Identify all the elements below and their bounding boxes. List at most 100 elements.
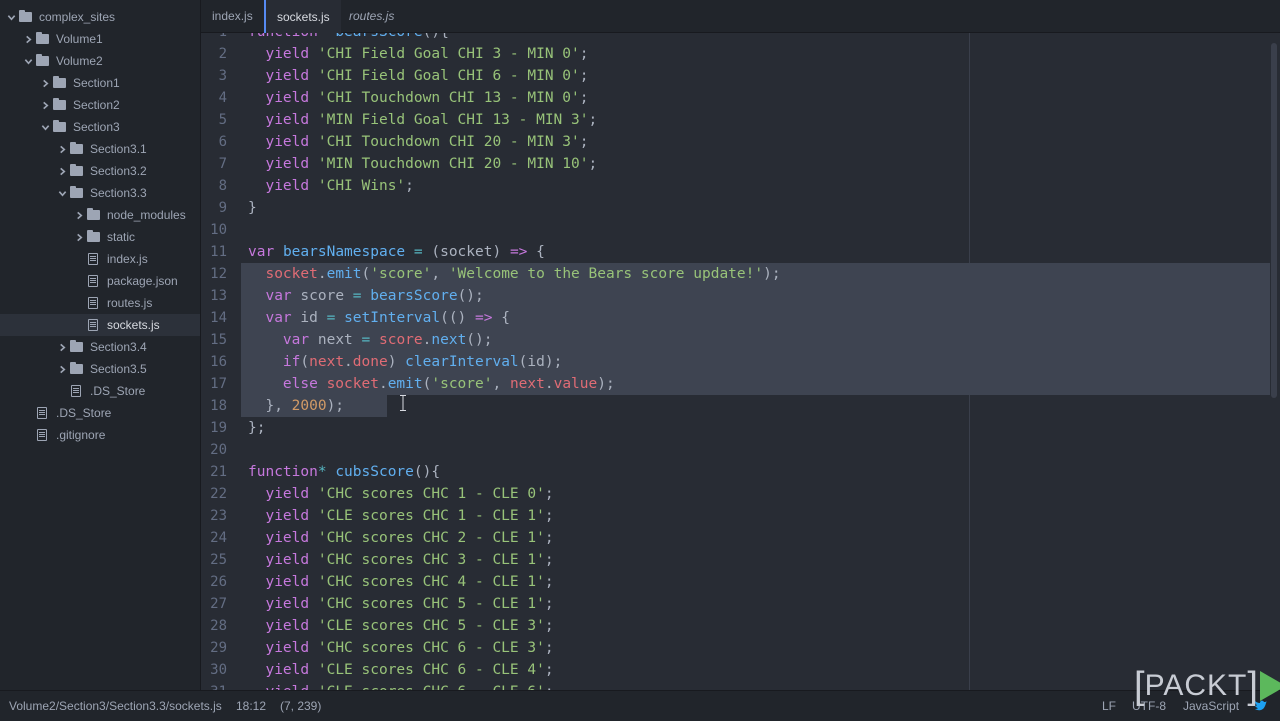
- code-token: score: [378, 332, 423, 348]
- code-token: ;: [544, 486, 554, 502]
- code-token: bearsScore: [370, 288, 458, 304]
- code-line[interactable]: else socket.emit('score', next.value);: [241, 373, 1270, 395]
- code-token: (id);: [518, 354, 563, 370]
- tab-index-js[interactable]: index.js: [201, 0, 264, 32]
- tree-item-section3-2[interactable]: Section3.2: [0, 160, 200, 182]
- tab-routes-js[interactable]: routes.js: [338, 0, 405, 32]
- code-line[interactable]: yield 'CLE scores CHC 6 - CLE 6';: [241, 681, 1270, 690]
- line-number: 5: [218, 112, 227, 128]
- code-line[interactable]: };: [241, 417, 1270, 439]
- tree-item-node-modules[interactable]: node_modules: [0, 204, 200, 226]
- tree-item-label: Section2: [73, 98, 120, 112]
- chevron-right-icon: [38, 101, 52, 110]
- code-line[interactable]: yield 'MIN Field Goal CHI 13 - MIN 3';: [241, 109, 1270, 131]
- folder-icon: [52, 120, 66, 133]
- line-number: 1: [201, 33, 227, 43]
- code-token: bearsNamespace: [282, 244, 406, 260]
- selection-count[interactable]: (7, 239): [280, 691, 321, 721]
- tree-item-routes-js[interactable]: routes.js: [0, 292, 200, 314]
- file-icon: [86, 275, 100, 287]
- code-line[interactable]: var score = bearsScore();: [241, 285, 1270, 307]
- code-token: =: [352, 288, 362, 304]
- code-token: ;: [544, 618, 554, 634]
- tree-item-sockets-js[interactable]: sockets.js: [0, 314, 200, 336]
- code-line[interactable]: [241, 439, 1270, 461]
- code-token: next: [509, 376, 545, 392]
- code-line[interactable]: function* cubsScore(){: [241, 461, 1270, 483]
- code-line[interactable]: yield 'CHC scores CHC 1 - CLE 0';: [241, 483, 1270, 505]
- line-ending-selector[interactable]: LF: [1102, 691, 1116, 721]
- code-token: ;: [544, 596, 554, 612]
- line-number: 21: [210, 464, 227, 480]
- code-token: (: [361, 266, 371, 282]
- tree-item-volume1[interactable]: Volume1: [0, 28, 200, 50]
- line-number: 4: [218, 90, 227, 106]
- code-line[interactable]: yield 'CHC scores CHC 2 - CLE 1';: [241, 527, 1270, 549]
- code-line[interactable]: yield 'CHC scores CHC 6 - CLE 3';: [241, 637, 1270, 659]
- code-token: 'CHI Touchdown CHI 13 - MIN 0': [317, 90, 580, 106]
- code-line[interactable]: yield 'CHI Field Goal CHI 6 - MIN 0';: [241, 65, 1270, 87]
- file-path[interactable]: Volume2/Section3/Section3.3/sockets.js: [9, 691, 222, 721]
- tree-item-section3[interactable]: Section3: [0, 116, 200, 138]
- chevron-right-icon: [38, 79, 52, 88]
- code-line[interactable]: var next = score.next();: [241, 329, 1270, 351]
- cursor-position[interactable]: 18:12: [236, 691, 266, 721]
- tree-item-section3-3[interactable]: Section3.3: [0, 182, 200, 204]
- tree-item-section3-4[interactable]: Section3.4: [0, 336, 200, 358]
- code-line[interactable]: [241, 219, 1270, 241]
- folder-icon: [69, 340, 83, 353]
- code-token: 'CHC scores CHC 5 - CLE 1': [317, 596, 545, 612]
- code-token: ): [387, 354, 406, 370]
- code-line[interactable]: if(next.done) clearInterval(id);: [241, 351, 1270, 373]
- tree-item-section3-5[interactable]: Section3.5: [0, 358, 200, 380]
- code-token: 'CHI Touchdown CHI 20 - MIN 3': [317, 134, 580, 150]
- vertical-scrollbar[interactable]: [1271, 43, 1277, 398]
- tree-item-section2[interactable]: Section2: [0, 94, 200, 116]
- tree-item-complex-sites[interactable]: complex_sites: [0, 6, 200, 28]
- code-line[interactable]: function* bearsScore(){: [241, 33, 1270, 43]
- code-line[interactable]: yield 'CLE scores CHC 6 - CLE 4';: [241, 659, 1270, 681]
- code-token: if: [282, 354, 301, 370]
- code-line[interactable]: var bearsNamespace = (socket) => {: [241, 241, 1270, 263]
- code-line[interactable]: yield 'CLE scores CHC 5 - CLE 3';: [241, 615, 1270, 637]
- code-token: =: [413, 244, 423, 260]
- tree-item-volume2[interactable]: Volume2: [0, 50, 200, 72]
- tree-item-index-js[interactable]: index.js: [0, 248, 200, 270]
- tree-item-static[interactable]: static: [0, 226, 200, 248]
- tree-item-section3-1[interactable]: Section3.1: [0, 138, 200, 160]
- code-line[interactable]: }: [241, 197, 1270, 219]
- code-line[interactable]: }, 2000);: [241, 395, 387, 417]
- tree-item-package-json[interactable]: package.json: [0, 270, 200, 292]
- code-token: .: [317, 266, 327, 282]
- tree-item-label: complex_sites: [39, 10, 116, 24]
- line-number: 7: [218, 156, 227, 172]
- code-line[interactable]: yield 'CHC scores CHC 4 - CLE 1';: [241, 571, 1270, 593]
- code-line[interactable]: yield 'CHC scores CHC 3 - CLE 1';: [241, 549, 1270, 571]
- code-line[interactable]: yield 'CHC scores CHC 5 - CLE 1';: [241, 593, 1270, 615]
- chevron-right-icon: [72, 211, 86, 220]
- tree-item-gitignore[interactable]: .gitignore: [0, 424, 200, 446]
- code-line[interactable]: yield 'MIN Touchdown CHI 20 - MIN 10';: [241, 153, 1270, 175]
- code-line[interactable]: socket.emit('score', 'Welcome to the Bea…: [241, 263, 1270, 285]
- tree-item-ds-store[interactable]: .DS_Store: [0, 402, 200, 424]
- code-token: );: [326, 398, 345, 414]
- code-line[interactable]: yield 'CLE scores CHC 1 - CLE 1';: [241, 505, 1270, 527]
- code-line[interactable]: yield 'CHI Touchdown CHI 20 - MIN 3';: [241, 131, 1270, 153]
- code-line[interactable]: yield 'CHI Touchdown CHI 13 - MIN 0';: [241, 87, 1270, 109]
- tab-sockets-js[interactable]: sockets.js: [264, 0, 341, 33]
- tree-view[interactable]: complex_sites Volume1 Volume2 Section1 Secti…: [0, 0, 201, 690]
- code-editor[interactable]: 1234567891011121314151617181920212223242…: [201, 33, 1280, 690]
- code-line[interactable]: var id = setInterval(() => {: [241, 307, 1270, 329]
- code-token: clearInterval: [405, 354, 519, 370]
- code-line[interactable]: yield 'CHI Field Goal CHI 3 - MIN 0';: [241, 43, 1270, 65]
- tree-item-section1[interactable]: Section1: [0, 72, 200, 94]
- code-line[interactable]: yield 'CHI Wins';: [241, 175, 1270, 197]
- line-number: 12: [210, 266, 227, 282]
- tree-item-ds-store[interactable]: .DS_Store: [0, 380, 200, 402]
